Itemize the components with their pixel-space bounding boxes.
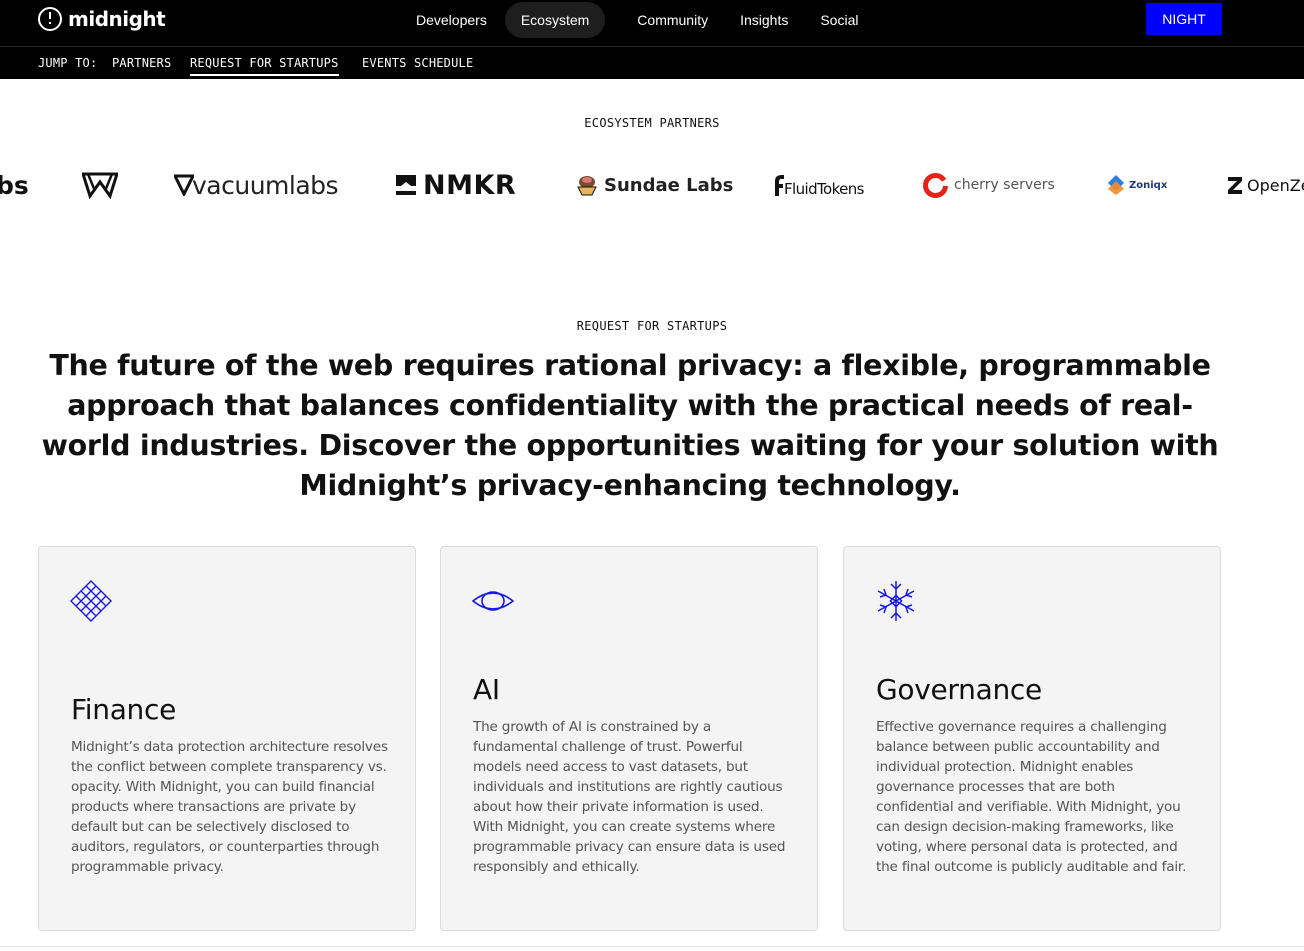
partner-logo-zoniqx[interactable]: Zoniqx [1107, 160, 1167, 210]
card-ai: AI The growth of AI is constrained by a … [440, 546, 818, 931]
partner-logo-strip: bs vacuumlabs NMKR Sundae Labs FluidToke… [0, 160, 1304, 210]
jump-link-partners[interactable]: PARTNERS [112, 56, 171, 74]
sundae-logo-icon [577, 176, 597, 196]
openzeppelin-text: OpenZe [1247, 175, 1304, 195]
nav-item-developers[interactable]: Developers [400, 2, 503, 38]
eye-icon [471, 591, 515, 611]
vacuumlabs-text: vacuumlabs [192, 170, 339, 200]
brand-name: midnight [68, 7, 166, 31]
w-monogram-icon [82, 172, 118, 199]
card-finance: Finance Midnight’s data protection archi… [38, 546, 416, 931]
card-governance: Governance Effective governance requires… [843, 546, 1221, 931]
jump-link-request-for-startups[interactable]: REQUEST FOR STARTUPS [190, 56, 339, 76]
nav-item-community[interactable]: Community [621, 2, 724, 38]
snowflake-icon [877, 581, 915, 621]
zoniqx-logo-icon [1108, 175, 1124, 195]
openzeppelin-logo-icon [1228, 177, 1242, 194]
brand-logo[interactable]: midnight [38, 7, 166, 31]
partner-logo-partial[interactable]: bs [0, 160, 29, 210]
midnight-logo-icon [38, 7, 62, 31]
nav-item-social[interactable]: Social [804, 2, 874, 38]
partner-logo-fluidtokens[interactable]: FluidTokens [773, 160, 864, 210]
sundae-labs-text: Sundae Labs [604, 174, 734, 196]
zoniqx-text: Zoniqx [1129, 179, 1168, 191]
startups-headline: The future of the web requires rational … [41, 349, 1219, 502]
top-navbar: midnight Developers Ecosystem Community … [0, 0, 1304, 46]
card-title: AI [473, 673, 500, 706]
cherry-servers-text: cherry servers [954, 177, 1055, 193]
main-nav: Developers Ecosystem Community Insights … [400, 0, 874, 40]
card-body: The growth of AI is constrained by a fun… [473, 719, 786, 875]
partial-logo-text: bs [0, 170, 29, 200]
partner-logo-vacuumlabs[interactable]: vacuumlabs [174, 160, 339, 210]
partner-logo-nmkr[interactable]: NMKR [395, 160, 516, 210]
cherry-logo-icon [923, 172, 948, 198]
nav-item-ecosystem[interactable]: Ecosystem [504, 2, 606, 38]
night-button[interactable]: NIGHT [1146, 3, 1222, 35]
nmkr-logo-icon [396, 175, 416, 195]
startups-eyebrow: REQUEST FOR STARTUPS [576, 319, 728, 333]
fluidtokens-text: FluidTokens [784, 180, 864, 198]
card-title: Finance [71, 693, 177, 726]
partner-logo-openzeppelin[interactable]: OpenZe [1227, 160, 1304, 210]
card-body: Effective governance requires a challeng… [876, 719, 1187, 875]
jump-link-events-schedule[interactable]: EVENTS SCHEDULE [362, 56, 473, 74]
section-divider [0, 946, 1304, 947]
partner-logo-sundae-labs[interactable]: Sundae Labs [576, 160, 733, 210]
partner-logo-w[interactable] [82, 160, 118, 210]
nmkr-text: NMKR [423, 169, 517, 201]
card-body: Midnight’s data protection architecture … [71, 739, 388, 875]
lattice-diamond-icon [70, 580, 112, 622]
jump-to-bar: JUMP TO: PARTNERS REQUEST FOR STARTUPS E… [0, 46, 1304, 79]
card-title: Governance [876, 673, 1042, 706]
nav-item-insights[interactable]: Insights [724, 2, 804, 38]
jump-to-label: JUMP TO: [38, 56, 98, 70]
vacuumlabs-logo [174, 174, 194, 196]
partner-logo-cherry-servers[interactable]: cherry servers [923, 160, 1055, 210]
partners-eyebrow: ECOSYSTEM PARTNERS [584, 116, 720, 130]
